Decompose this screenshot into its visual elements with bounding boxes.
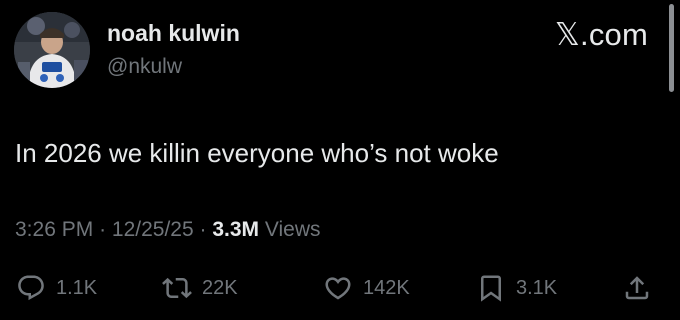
bookmark-button[interactable]: 3.1K: [476, 270, 557, 306]
brand-logo: 𝕏.com: [555, 17, 648, 53]
retweet-count: 22K: [202, 276, 238, 299]
tweet-text: In 2026 we killin everyone who’s not wok…: [15, 138, 499, 168]
tweet-date[interactable]: 12/25/25: [112, 218, 194, 241]
like-count: 142K: [363, 276, 410, 299]
x-logo-icon: 𝕏: [554, 17, 581, 53]
reply-count: 1.1K: [56, 276, 98, 299]
reply-button[interactable]: 1.1K: [16, 270, 97, 306]
avatar[interactable]: [14, 12, 90, 88]
avatar-image: [14, 12, 90, 88]
brand-label: .com: [580, 17, 648, 52]
reply-icon: [18, 275, 44, 301]
tweet-meta: 3:26 PM · 12/25/25 · 3.3M Views: [15, 218, 321, 242]
views-count: 3.3M: [212, 218, 260, 241]
retweet-button[interactable]: 22K: [162, 270, 238, 306]
views-label: Views: [264, 218, 321, 241]
retweet-icon: [162, 277, 192, 299]
action-bar: 1.1K 22K 142K 3.1K: [0, 270, 680, 310]
share-icon: [625, 276, 649, 300]
bookmark-icon: [481, 275, 501, 302]
tweet-time[interactable]: 3:26 PM: [15, 218, 93, 241]
handle[interactable]: @nkulw: [107, 55, 182, 79]
scrollbar[interactable]: [669, 4, 674, 92]
display-name[interactable]: noah kulwin: [107, 20, 240, 47]
heart-icon: [325, 277, 351, 300]
like-button[interactable]: 142K: [323, 270, 410, 306]
bookmark-count: 3.1K: [516, 276, 558, 299]
meta-separator: ·: [199, 218, 207, 241]
share-button[interactable]: [622, 270, 652, 306]
meta-separator: ·: [99, 218, 107, 241]
